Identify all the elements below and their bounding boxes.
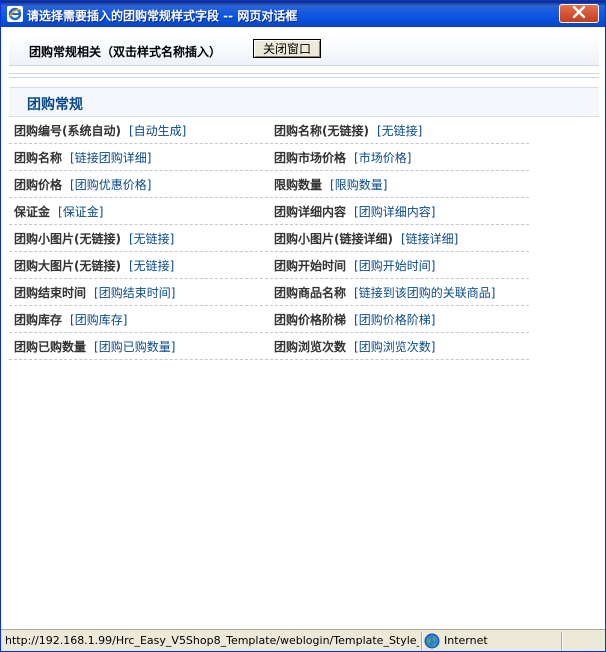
field-row: 团购名称 [链接团购详细] 团购市场价格 [市场价格] (9, 144, 529, 171)
field-insert-link[interactable]: [团购已购数量] (94, 340, 175, 354)
field-insert-link[interactable]: [市场价格] (354, 151, 411, 165)
field-row: 保证金 [保证金] 团购详细内容 [团购详细内容] (9, 198, 529, 225)
close-window-button[interactable]: 关闭窗口 (253, 39, 321, 58)
field-item[interactable]: 团购已购数量 [团购已购数量] (14, 338, 175, 355)
field-row: 团购价格 [团购优惠价格] 限购数量 [限购数量] (9, 171, 529, 198)
field-item[interactable]: 团购名称 [链接团购详细] (14, 149, 151, 166)
globe-icon (424, 633, 440, 649)
status-url: http://192.168.1.99/Hrc_Easy_V5Shop8_Tem… (5, 634, 419, 647)
field-item[interactable]: 团购小图片(无链接) [无链接] (14, 230, 174, 247)
dialog-content: 团购常规相关（双击样式名称插入） 关闭窗口 团购常规 团购编号(系统自动) [自动… (1, 27, 605, 629)
field-row: 团购大图片(无链接) [无链接] 团购开始时间 [团购开始时间] (9, 252, 529, 279)
field-item[interactable]: 团购结束时间 [团购结束时间] (14, 284, 175, 301)
field-insert-link[interactable]: [团购详细内容] (354, 205, 435, 219)
field-item[interactable]: 团购名称(无链接) [无链接] (274, 122, 422, 139)
status-divider (561, 632, 562, 650)
field-item[interactable]: 团购商品名称 [链接到该团购的关联商品] (274, 284, 495, 301)
field-insert-link[interactable]: [无链接] (129, 259, 174, 273)
field-insert-link[interactable]: [自动生成] (129, 124, 186, 138)
field-insert-link[interactable]: [团购开始时间] (354, 259, 435, 273)
field-row: 团购库存 [团购库存] 团购价格阶梯 [团购价格阶梯] (9, 306, 529, 333)
field-item[interactable]: 团购市场价格 [市场价格] (274, 149, 411, 166)
field-row: 团购已购数量 [团购已购数量] 团购浏览次数 [团购浏览次数] (9, 333, 529, 360)
field-row: 团购编号(系统自动) [自动生成] 团购名称(无链接) [无链接] (9, 117, 529, 144)
field-item[interactable]: 团购大图片(无链接) [无链接] (14, 257, 174, 274)
status-divider (421, 632, 422, 650)
section-title: 团购常规 (27, 97, 83, 113)
field-insert-link[interactable]: [限购数量] (330, 178, 387, 192)
field-insert-link[interactable]: [链接详细] (401, 232, 458, 246)
field-insert-link[interactable]: [团购库存] (70, 313, 127, 327)
toolbar: 团购常规相关（双击样式名称插入） 关闭窗口 (9, 35, 599, 66)
field-insert-link[interactable]: [保证金] (58, 205, 103, 219)
window-title: 请选择需要插入的团购常规样式字段 -- 网页对话框 (27, 9, 298, 23)
field-insert-link[interactable]: [团购价格阶梯] (354, 313, 435, 327)
field-item[interactable]: 团购小图片(链接详细) [链接详细] (274, 230, 458, 247)
field-item[interactable]: 团购开始时间 [团购开始时间] (274, 257, 435, 274)
section-header: 团购常规 (9, 87, 599, 117)
field-item[interactable]: 限购数量 [限购数量] (274, 176, 387, 193)
window-close-button[interactable] (559, 4, 599, 23)
status-bar: http://192.168.1.99/Hrc_Easy_V5Shop8_Tem… (1, 629, 605, 651)
field-insert-link[interactable]: [链接到该团购的关联商品] (354, 286, 495, 300)
field-insert-link[interactable]: [无链接] (377, 124, 422, 138)
field-insert-link[interactable]: [无链接] (129, 232, 174, 246)
field-insert-link[interactable]: [链接团购详细] (70, 151, 151, 165)
field-insert-link[interactable]: [团购浏览次数] (354, 340, 435, 354)
security-zone: Internet (444, 634, 488, 647)
divider (9, 77, 599, 78)
ie-icon (7, 6, 23, 22)
field-row: 团购小图片(无链接) [无链接] 团购小图片(链接详细) [链接详细] (9, 225, 529, 252)
toolbar-label: 团购常规相关（双击样式名称插入） (29, 45, 222, 59)
field-row: 团购结束时间 [团购结束时间] 团购商品名称 [链接到该团购的关联商品] (9, 279, 529, 306)
field-item[interactable]: 团购价格 [团购优惠价格] (14, 176, 151, 193)
field-item[interactable]: 保证金 [保证金] (14, 203, 103, 220)
field-insert-link[interactable]: [团购结束时间] (94, 286, 175, 300)
title-bar[interactable]: 请选择需要插入的团购常规样式字段 -- 网页对话框 (1, 1, 605, 27)
field-item[interactable]: 团购价格阶梯 [团购价格阶梯] (274, 311, 435, 328)
field-item[interactable]: 团购详细内容 [团购详细内容] (274, 203, 435, 220)
divider (9, 73, 599, 74)
field-item[interactable]: 团购浏览次数 [团购浏览次数] (274, 338, 435, 355)
field-item[interactable]: 团购库存 [团购库存] (14, 311, 127, 328)
field-grid: 团购编号(系统自动) [自动生成] 团购名称(无链接) [无链接] 团购名称 [链接团… (9, 117, 529, 360)
dialog-window: 请选择需要插入的团购常规样式字段 -- 网页对话框 团购常规相关（双击样式名称插… (0, 0, 606, 652)
close-x-icon (572, 5, 586, 21)
field-item[interactable]: 团购编号(系统自动) [自动生成] (14, 122, 186, 139)
field-insert-link[interactable]: [团购优惠价格] (70, 178, 151, 192)
